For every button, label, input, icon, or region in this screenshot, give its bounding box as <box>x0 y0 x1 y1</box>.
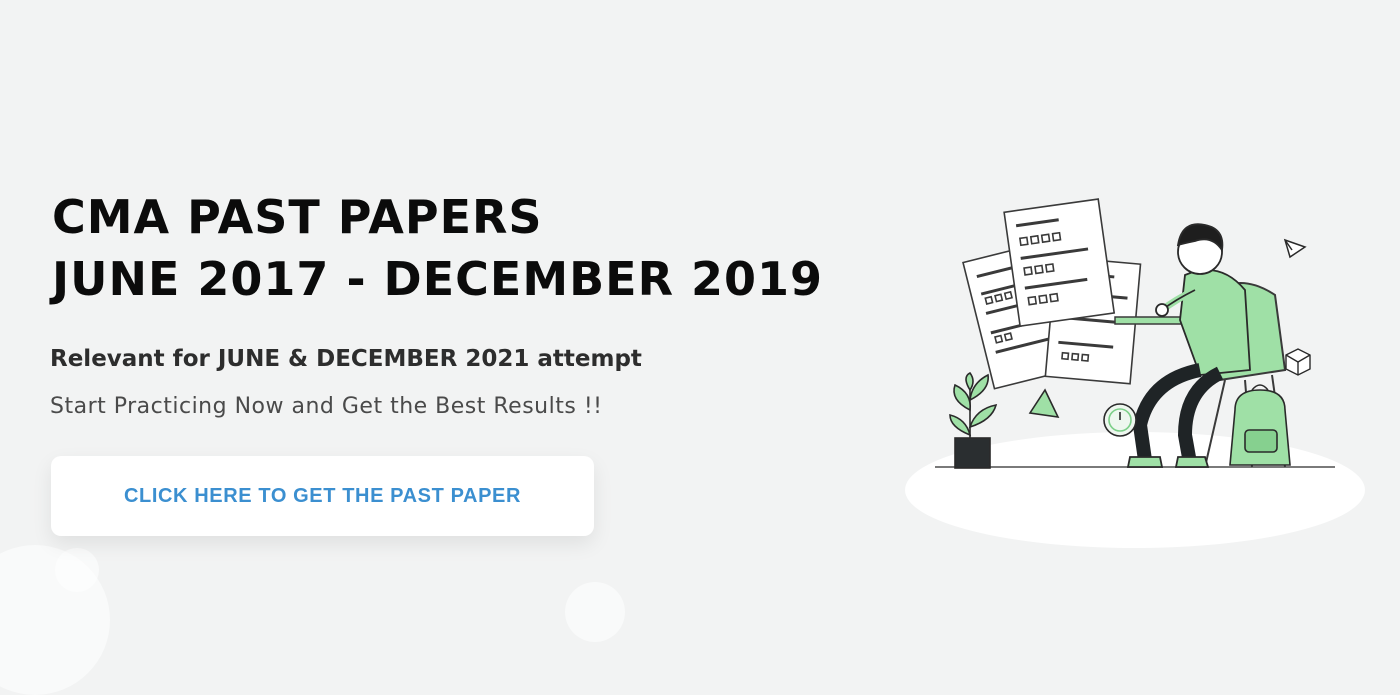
title-line-1: CMA PAST PAPERS <box>52 190 543 244</box>
background-bubble <box>565 582 625 642</box>
tagline: Start Practicing Now and Get the Best Re… <box>50 394 603 419</box>
title-line-2: JUNE 2017 - DECEMBER 2019 <box>52 252 824 306</box>
exam-papers-icon <box>962 198 1142 390</box>
hero-title: CMA PAST PAPERS JUNE 2017 - DECEMBER 201… <box>52 186 932 310</box>
backpack-icon <box>1229 384 1291 466</box>
student-studying-icon <box>905 198 1365 548</box>
get-past-paper-button[interactable]: CLICK HERE TO GET THE PAST PAPER <box>51 456 594 536</box>
student-figure <box>1126 223 1251 468</box>
subtitle: Relevant for JUNE & DECEMBER 2021 attemp… <box>50 346 642 372</box>
clock-icon <box>1103 403 1137 437</box>
plant-pot-icon <box>949 371 998 469</box>
background-bubble <box>55 548 99 592</box>
cube-icon <box>1285 348 1311 376</box>
triangle-icon <box>1028 388 1060 419</box>
paper-plane-icon <box>1283 238 1307 259</box>
